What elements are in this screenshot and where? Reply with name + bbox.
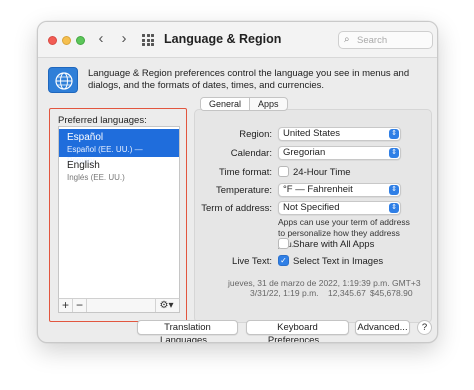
tab-apps[interactable]: Apps bbox=[250, 98, 287, 110]
live-text-checkbox[interactable]: ✓ bbox=[278, 255, 289, 266]
temperature-value: °F — Fahrenheit bbox=[283, 184, 353, 195]
live-text-label: Live Text: bbox=[232, 256, 272, 267]
minimize-button[interactable] bbox=[62, 36, 71, 45]
close-button[interactable] bbox=[48, 36, 57, 45]
temperature-popup[interactable]: °F — Fahrenheit ⇕ bbox=[278, 183, 401, 197]
region-value: United States bbox=[283, 128, 341, 139]
language-name: English bbox=[67, 160, 100, 171]
preferred-languages-list[interactable]: Español Español (EE. UU.) — Primary Engl… bbox=[58, 126, 180, 313]
popup-arrows-icon: ⇕ bbox=[389, 185, 399, 195]
keyboard-preferences-button[interactable]: Keyboard Preferences... bbox=[246, 320, 349, 342]
region-popup[interactable]: United States ⇕ bbox=[278, 127, 401, 141]
popup-arrows-icon: ⇕ bbox=[389, 148, 399, 158]
popup-arrows-icon: ⇕ bbox=[389, 203, 399, 213]
help-button[interactable]: ? bbox=[417, 320, 432, 335]
search-input[interactable]: ⌕ Search bbox=[338, 31, 433, 49]
24-hour-checkbox[interactable] bbox=[278, 166, 289, 177]
format-sample-currency: $45,678.90 bbox=[370, 288, 413, 298]
remove-language-button[interactable]: − bbox=[73, 299, 87, 312]
calendar-value: Gregorian bbox=[283, 147, 326, 158]
time-format-label: Time format: bbox=[219, 167, 272, 178]
term-of-address-label: Term of address: bbox=[201, 203, 272, 214]
preferred-languages-label: Preferred languages: bbox=[58, 115, 147, 126]
tab-bar: General Apps bbox=[200, 97, 288, 111]
tab-general[interactable]: General bbox=[201, 98, 251, 110]
popup-arrows-icon: ⇕ bbox=[389, 129, 399, 139]
translation-languages-button[interactable]: Translation Languages... bbox=[137, 320, 238, 342]
language-item-espanol[interactable]: Español Español (EE. UU.) — Primary bbox=[59, 129, 179, 165]
term-of-address-popup[interactable]: Not Specified ⇕ bbox=[278, 201, 401, 215]
calendar-label: Calendar: bbox=[230, 148, 272, 159]
share-with-all-apps-checkbox[interactable] bbox=[278, 238, 289, 249]
gear-icon[interactable]: ⚙▾ bbox=[155, 299, 177, 312]
language-region-icon bbox=[48, 67, 78, 93]
language-item-english[interactable]: English Inglés (EE. UU.) bbox=[59, 157, 179, 185]
zoom-button[interactable] bbox=[76, 36, 85, 45]
language-detail: Inglés (EE. UU.) bbox=[67, 173, 125, 182]
show-all-grid-icon[interactable] bbox=[142, 34, 154, 46]
list-footer: + − ⚙▾ bbox=[58, 298, 180, 313]
format-sample-line1: jueves, 31 de marzo de 2022, 1:19:39 p.m… bbox=[228, 278, 421, 288]
term-of-address-value: Not Specified bbox=[283, 202, 340, 213]
calendar-popup[interactable]: Gregorian ⇕ bbox=[278, 146, 401, 160]
format-sample-date: 3/31/22, 1:19 p.m. bbox=[250, 288, 319, 298]
back-icon[interactable]: ‹ bbox=[94, 31, 108, 47]
preferences-window: ‹ › Language & Region ⌕ Search Language … bbox=[37, 21, 438, 343]
language-name: Español bbox=[67, 132, 104, 143]
temperature-label: Temperature: bbox=[216, 185, 272, 196]
forward-icon[interactable]: › bbox=[117, 31, 131, 47]
window-title: Language & Region bbox=[164, 32, 282, 46]
title-bar: ‹ › Language & Region ⌕ Search bbox=[38, 22, 437, 58]
share-with-all-apps-label: Share with All Apps bbox=[293, 239, 375, 250]
advanced-button[interactable]: Advanced... bbox=[355, 320, 410, 335]
24-hour-label: 24-Hour Time bbox=[293, 167, 351, 178]
format-sample-number: 12,345.67 bbox=[328, 288, 366, 298]
search-icon: ⌕ bbox=[344, 34, 350, 45]
pane-description: Language & Region preferences control th… bbox=[88, 68, 410, 91]
add-language-button[interactable]: + bbox=[59, 299, 73, 312]
region-label: Region: bbox=[239, 129, 272, 140]
live-text-checkbox-label: Select Text in Images bbox=[293, 256, 384, 267]
search-placeholder: Search bbox=[357, 35, 388, 46]
